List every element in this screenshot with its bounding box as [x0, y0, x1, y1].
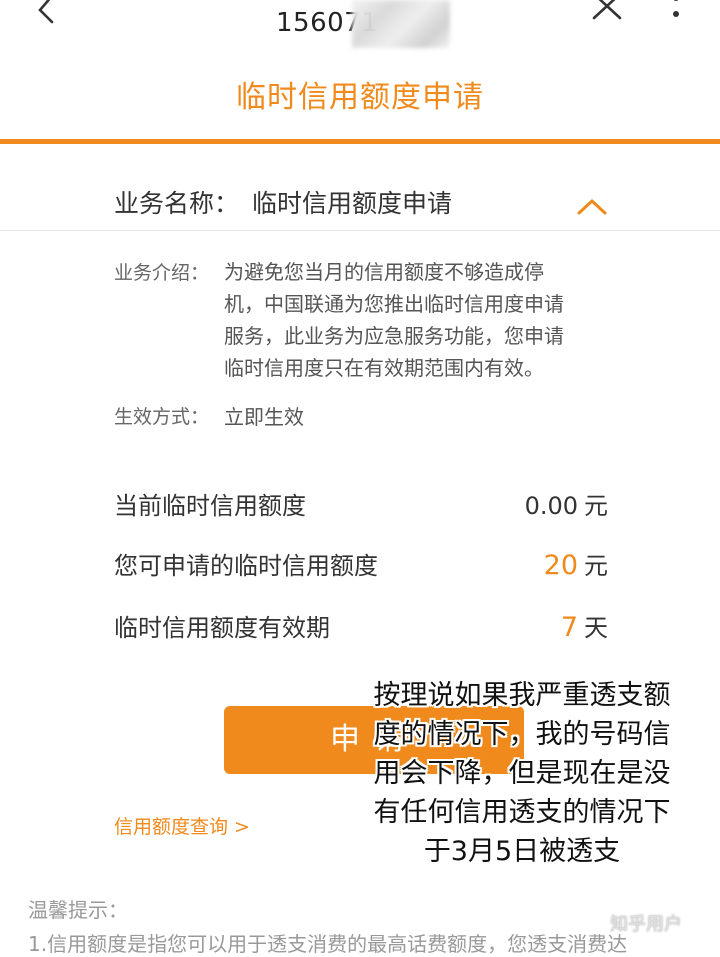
- credit-query-link[interactable]: 信用额度查询 >: [114, 812, 250, 839]
- overlay-annotation: 按理说如果我严重透支额 度的情况下，我的号码信 用会下降，但是现在是没 有任何信…: [338, 676, 706, 871]
- available-credit-unit: 元: [584, 552, 608, 580]
- annotation-line: 用会下降，但是现在是没: [373, 758, 671, 789]
- annotation-line: 有任何信用透支的情况下: [373, 797, 671, 828]
- validity-amount: 7: [560, 612, 578, 643]
- validity-value: 7天: [561, 608, 608, 643]
- close-icon[interactable]: [588, 0, 628, 30]
- intro-label: 业务介绍：: [114, 262, 210, 284]
- effect-value: 立即生效: [224, 405, 304, 429]
- current-credit-row: 当前临时信用额度 0.00 元: [114, 486, 608, 526]
- validity-label: 临时信用额度有效期: [114, 614, 330, 642]
- tips-title: 温馨提示：: [28, 898, 128, 922]
- intro-line: 服务，此业务为应急服务功能，您申请: [224, 324, 564, 348]
- chevron-up-icon[interactable]: [576, 196, 608, 216]
- current-credit-unit: 元: [584, 492, 608, 520]
- intro-line: 为避免您当月的信用额度不够造成停: [224, 260, 544, 284]
- watermark: 知乎用户: [610, 914, 682, 935]
- intro-line: 临时信用度只在有效期范围内有效。: [224, 356, 544, 380]
- annotation-line: 度的情况下，我的号码信: [373, 719, 671, 750]
- available-credit-value: 20 元: [544, 546, 608, 581]
- available-credit-amount: 20: [543, 550, 578, 581]
- annotation-line: 于3月5日被透支: [423, 836, 621, 867]
- annotation-line: 按理说如果我严重透支额: [373, 680, 671, 711]
- validity-row: 临时信用额度有效期 7天: [114, 608, 608, 648]
- effect-label: 生效方式：: [114, 406, 210, 428]
- service-name-row[interactable]: 业务名称： 临时信用额度申请: [0, 144, 720, 231]
- available-credit-row: 您可申请的临时信用额度 20 元: [114, 546, 608, 586]
- more-options-icon[interactable]: [668, 0, 684, 32]
- service-name-label: 业务名称：: [114, 189, 240, 218]
- validity-unit: 天: [584, 614, 608, 642]
- top-bar: 156071 临时信用额度申请: [0, 0, 720, 144]
- available-credit-label: 您可申请的临时信用额度: [114, 552, 378, 580]
- intro-line: 机，中国联通为您推出临时信用度申请: [224, 292, 564, 316]
- intro-text: 为避免您当月的信用额度不够造成停 机，中国联通为您推出临时信用度申请 服务，此业…: [224, 256, 614, 384]
- current-credit-value: 0.00 元: [525, 486, 608, 521]
- redacted-number-blur: [352, 0, 450, 48]
- service-name-value: 临时信用额度申请: [252, 189, 453, 218]
- back-arrow-icon[interactable]: [28, 0, 68, 32]
- current-credit-label: 当前临时信用额度: [114, 492, 306, 520]
- current-credit-amount: 0.00: [524, 492, 578, 520]
- page-title: 临时信用额度申请: [236, 80, 484, 115]
